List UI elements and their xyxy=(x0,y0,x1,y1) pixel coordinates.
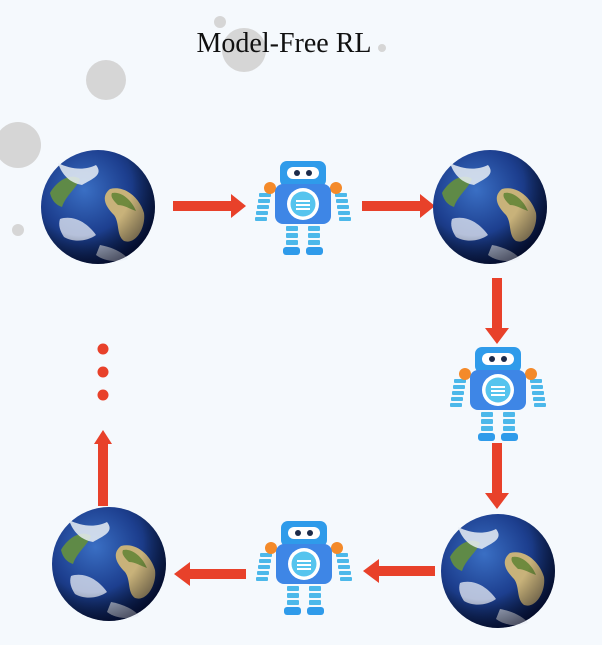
robot-icon xyxy=(247,159,359,259)
arrow-right xyxy=(362,194,435,218)
arrow-down xyxy=(485,443,509,509)
arrow-right xyxy=(173,194,246,218)
earth-globe-icon xyxy=(432,149,548,265)
arrow-down xyxy=(485,278,509,344)
ellipsis-dot xyxy=(97,343,109,355)
ellipsis-dot xyxy=(97,389,109,401)
robot-icon xyxy=(442,345,554,445)
earth-globe-icon xyxy=(440,513,556,629)
arrow-up xyxy=(94,430,112,506)
earth-globe-icon xyxy=(40,149,156,265)
arrow-left xyxy=(174,562,246,586)
earth-globe-icon xyxy=(51,506,167,622)
robot-icon xyxy=(248,519,360,619)
arrow-left xyxy=(363,559,435,583)
diagram-canvas: Model-Free RL xyxy=(0,0,602,645)
ellipsis-dot xyxy=(97,366,109,378)
